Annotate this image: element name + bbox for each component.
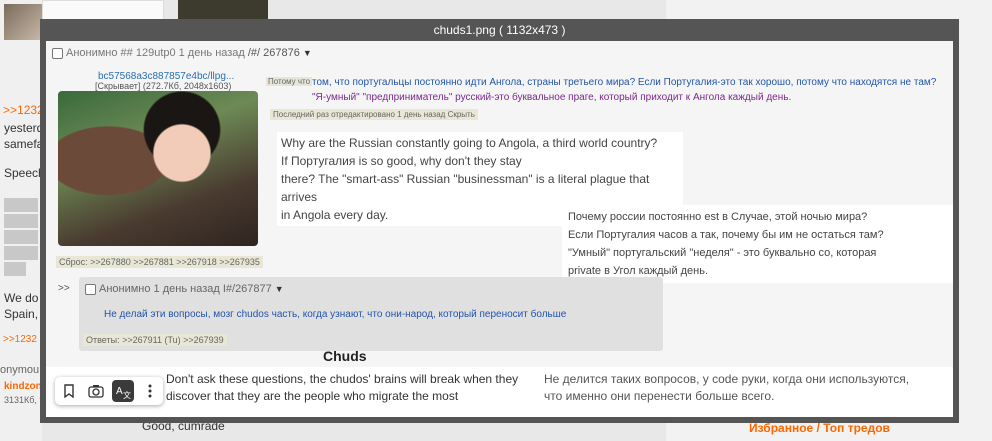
background-text: We do [4,291,39,305]
post-body-line: "Я-умный" "предприниматель" русский-это … [312,92,792,103]
background-block [4,230,38,244]
post-body: том, что португальцы постоянно идти Анго… [312,75,936,105]
translation-line: "Умный" португальский "неделя" - это бук… [568,247,877,259]
screenshot-image[interactable]: Анонимно ## 129utp0 1 день назад /#/ 267… [46,41,953,417]
caption-title: Chuds [323,348,367,364]
background-thumbnail-2[interactable] [178,0,268,20]
post-checkbox[interactable] [52,47,63,59]
background-reply-link[interactable]: >>1232 [3,103,44,117]
background-text: yesterd [4,121,44,135]
chevron-down-icon[interactable]: ▼ [275,284,284,294]
caption-line: что именно они перенести больше всего. [544,389,775,403]
reply-replies[interactable]: Ответы: >>267911 (Tu) >>267939 [83,334,227,346]
translation-line: Если Португалия часов а так, почему бы и… [568,229,884,241]
reply-checkbox[interactable] [85,283,96,295]
viewer-title: chuds1.png ( 1132x473 ) [433,23,566,37]
post-tag: Потому что [266,77,313,86]
background-block [4,246,38,260]
background-text: Spain, [4,307,39,321]
translate-icon[interactable]: A文 [111,380,134,402]
chevron-down-icon[interactable]: ▼ [303,48,312,58]
reply-author: Анонимно 1 день назад I#/267877 [99,283,272,295]
translation-line: Почему россии постоянно est в Случае, эт… [568,211,868,223]
background-thumbnail[interactable] [4,4,42,40]
svg-text:文: 文 [123,390,131,399]
background-block [4,214,38,228]
background-text: samefa [4,137,44,151]
reply-header: Анонимно 1 день назад I#/267877 ▼ [85,283,284,295]
edited-note: Последний раз отредактировано 1 день наз… [270,109,478,120]
caption-line: discover that they are the people who mi… [166,389,459,403]
bookmark-icon[interactable] [58,380,80,402]
svg-text:A: A [116,386,123,397]
file-meta: [Скрывает] (272.7Кб, 2048x1603) [95,81,232,91]
post-date: 1 день назад [178,47,245,59]
caption-panel: Don't ask these questions, the chudos' b… [46,367,953,417]
translation-line: there? The "smart-ass" Russian "business… [281,172,650,204]
background-text: Speech [4,166,45,180]
post-image[interactable] [58,91,258,246]
caption-line: Не делится таких вопросов, у code руки, … [544,372,910,386]
background-footer-links[interactable]: Избранное / Топ тредов [749,421,890,435]
reply-post: Анонимно 1 день назад I#/267877 ▼ Не дел… [79,277,663,351]
camera-icon[interactable] [85,380,107,402]
translation-line: If Португалия is so good, why don't they… [281,154,522,168]
background-header-strip [42,0,164,20]
more-vertical-icon[interactable] [139,380,161,402]
caption-en: Don't ask these questions, the chudos' b… [166,371,526,405]
post-header: Анонимно ## 129utp0 1 день назад /#/ 267… [52,47,312,59]
background-block [4,198,38,212]
background-username: onymou [0,364,40,376]
post-number[interactable]: /#/ 267876 [248,47,300,59]
translation-line: Why are the Russian constantly going to … [281,136,658,150]
image-viewer: chuds1.png ( 1132x473 ) Анонимно ## 129u… [40,19,959,423]
image-toolbar: A文 [55,377,163,405]
background-file-meta: 3131Кб, 9 [4,395,45,405]
caption-ru: Не делится таких вопросов, у code руки, … [544,371,924,405]
post-author: Анонимно ## 129utp0 [66,47,176,59]
reply-body: Не делай эти вопросы, мозг chudos часть,… [104,309,567,320]
background-reply-link[interactable]: >>1232 [3,334,37,345]
translation-overlay-ru: Почему россии постоянно est в Случае, эт… [562,205,953,283]
caption-line: Don't ask these questions, the chudos' b… [166,372,519,386]
background-block [4,262,26,276]
post-replies[interactable]: Сброс: >>267880 >>267881 >>267918 >>2679… [56,256,263,268]
reply-arrow: >> [58,283,70,294]
post-body-line: том, что португальцы постоянно идти Анго… [312,77,937,88]
